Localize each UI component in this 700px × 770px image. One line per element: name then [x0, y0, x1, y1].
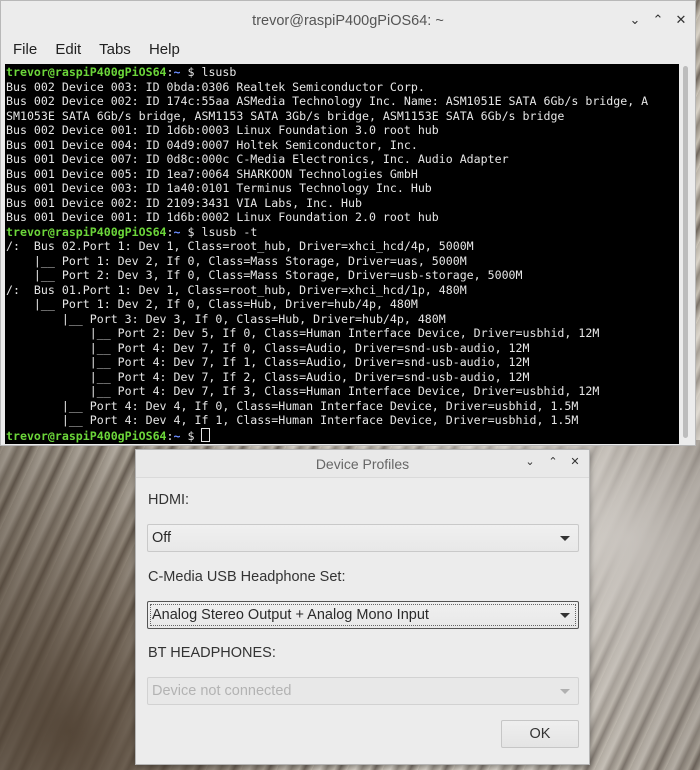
output-line: |__ Port 4: Dev 7, If 0, Class=Audio, Dr… — [6, 340, 530, 355]
output-line: |__ Port 4: Dev 4, If 0, Class=Human Int… — [6, 398, 579, 413]
prompt-path: ~ — [173, 224, 181, 239]
output-line: /: Bus 01.Port 1: Dev 1, Class=root_hub,… — [6, 282, 467, 297]
bt-headphones-label: BT HEADPHONES: — [148, 645, 276, 661]
output-line: |__ Port 1: Dev 2, If 0, Class=Mass Stor… — [6, 253, 467, 268]
output-line: |__ Port 2: Dev 3, If 0, Class=Mass Stor… — [6, 268, 523, 282]
hdmi-label: HDMI: — [148, 492, 190, 508]
cmedia-profile-value: Analog Stereo Output + Analog Mono Input — [152, 607, 429, 623]
device-profiles-dialog: Device Profiles ⌄ ⌃ ✕ HDMI: Off C-Media … — [135, 449, 590, 765]
prompt-path: ~ — [173, 428, 181, 443]
terminal-output[interactable]: trevor@raspiP400gPiOS64:~ $ lsusb Bus 00… — [5, 64, 679, 444]
hdmi-profile-value: Off — [152, 530, 172, 546]
cmedia-profile-select[interactable]: Analog Stereo Output + Analog Mono Input — [147, 601, 579, 629]
hdmi-profile-select[interactable]: Off — [147, 524, 579, 552]
menu-edit[interactable]: Edit — [55, 41, 81, 58]
prompt-user: trevor@raspiP400gPiOS64 — [6, 65, 167, 79]
prompt-line: trevor@raspiP400gPiOS64:~ $ lsusb -t — [6, 224, 258, 239]
output-line: Bus 002 Device 001: ID 1d6b:0003 Linux F… — [6, 123, 439, 137]
chevron-down-icon — [560, 613, 570, 618]
output-line: /: Bus 02.Port 1: Dev 1, Class=root_hub,… — [6, 239, 474, 253]
output-line: Bus 001 Device 004: ID 04d9:0007 Holtek … — [6, 137, 418, 152]
output-line: Bus 001 Device 007: ID 0d8c:000c C-Media… — [6, 152, 509, 166]
output-line: Bus 001 Device 001: ID 1d6b:0002 Linux F… — [6, 210, 439, 224]
menu-bar: File Edit Tabs Help — [1, 41, 695, 63]
menu-file[interactable]: File — [13, 41, 37, 58]
output-line: |__ Port 1: Dev 2, If 0, Class=Hub, Driv… — [6, 297, 418, 311]
output-line: |__ Port 2: Dev 5, If 0, Class=Human Int… — [6, 326, 600, 340]
output-line: |__ Port 4: Dev 7, If 2, Class=Audio, Dr… — [6, 369, 530, 384]
terminal-scrollbar[interactable] — [680, 64, 690, 444]
prompt-user: trevor@raspiP400gPiOS64 — [6, 428, 167, 443]
bt-profile-value: Device not connected — [152, 683, 292, 699]
close-icon[interactable]: ✕ — [673, 13, 689, 29]
prompt-path: ~ — [173, 65, 181, 79]
output-line: Bus 001 Device 005: ID 1ea7:0064 SHARKOO… — [6, 166, 418, 181]
output-line: |__ Port 4: Dev 7, If 1, Class=Audio, Dr… — [6, 355, 530, 369]
ok-button[interactable]: OK — [501, 720, 579, 748]
terminal-cursor — [201, 427, 211, 442]
prompt-line: trevor@raspiP400gPiOS64:~ $ lsusb — [6, 65, 237, 79]
prompt-user: trevor@raspiP400gPiOS64 — [6, 224, 167, 239]
minimize-icon[interactable]: ⌄ — [523, 455, 537, 469]
maximize-icon[interactable]: ⌃ — [546, 455, 560, 469]
prompt-line: trevor@raspiP400gPiOS64:~ $ — [6, 427, 211, 443]
maximize-icon[interactable]: ⌃ — [650, 13, 666, 29]
menu-tabs[interactable]: Tabs — [99, 41, 131, 58]
cmedia-label: C-Media USB Headphone Set: — [148, 569, 346, 585]
output-line: Bus 002 Device 002: ID 174c:55aa ASMedia… — [6, 94, 649, 108]
output-line: |__ Port 4: Dev 7, If 3, Class=Human Int… — [6, 384, 600, 398]
close-icon[interactable]: ✕ — [568, 455, 582, 469]
output-line: Bus 001 Device 003: ID 1a40:0101 Terminu… — [6, 181, 432, 195]
output-line: SM1053E SATA 6Gb/s bridge, ASM1153 SATA … — [6, 108, 565, 123]
chevron-down-icon — [560, 536, 570, 541]
command-text: lsusb -t — [201, 224, 258, 239]
dialog-titlebar[interactable]: Device Profiles ⌄ ⌃ ✕ — [136, 450, 589, 478]
terminal-titlebar[interactable]: trevor@raspiP400gPiOS64: ~ ⌄ ⌃ ✕ — [1, 1, 695, 41]
command-text: lsusb — [201, 65, 237, 79]
output-line: Bus 002 Device 003: ID 0bda:0306 Realtek… — [6, 79, 425, 94]
scrollbar-thumb[interactable] — [683, 66, 688, 438]
output-line: |__ Port 3: Dev 3, If 0, Class=Hub, Driv… — [6, 311, 446, 326]
bt-profile-select: Device not connected — [147, 677, 579, 705]
dialog-title: Device Profiles — [315, 456, 410, 472]
output-line: |__ Port 4: Dev 4, If 1, Class=Human Int… — [6, 413, 579, 427]
output-line: Bus 001 Device 002: ID 2109:3431 VIA Lab… — [6, 195, 362, 210]
window-title: trevor@raspiP400gPiOS64: ~ — [252, 13, 444, 29]
chevron-down-icon — [560, 689, 570, 694]
menu-help[interactable]: Help — [149, 41, 180, 58]
minimize-icon[interactable]: ⌄ — [627, 13, 643, 29]
